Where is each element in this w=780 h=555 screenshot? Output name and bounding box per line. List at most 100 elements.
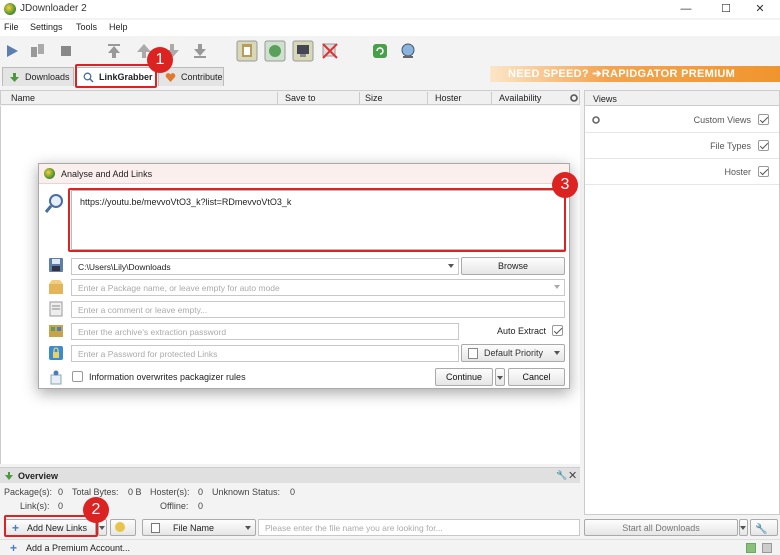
links-label: Link(s): xyxy=(20,501,50,511)
column-hoster[interactable]: Hoster xyxy=(435,93,462,103)
priority-value: Default Priority xyxy=(484,348,544,358)
file-icon xyxy=(151,523,160,533)
download-arrow-icon xyxy=(10,73,19,82)
view-file-types[interactable]: File Types xyxy=(585,133,779,159)
packages-label: Package(s): xyxy=(4,487,53,497)
cancel-button[interactable]: Cancel xyxy=(508,368,565,386)
hosters-label: Hoster(s): xyxy=(150,487,190,497)
close-overview-icon[interactable]: ✕ xyxy=(568,469,577,482)
settings-globe-icon[interactable] xyxy=(398,41,418,61)
save-disk-icon xyxy=(49,258,63,272)
link-password-input[interactable]: Enter a Password for protected Links xyxy=(71,345,459,362)
archive-password-input[interactable]: Enter the archive's extraction password xyxy=(71,323,459,340)
menu-settings[interactable]: Settings xyxy=(30,22,63,32)
move-bottom-icon[interactable] xyxy=(190,41,210,61)
rapidgator-banner[interactable]: NEED SPEED? ➔RAPIDGATOR PREMIUM xyxy=(490,66,780,82)
overview-title: Overview xyxy=(0,468,580,483)
stop-icon[interactable] xyxy=(56,41,76,61)
offline-value: 0 xyxy=(198,501,204,511)
unknown-status-label: Unknown Status: xyxy=(212,487,281,497)
bottom-settings-button[interactable]: 🔧 xyxy=(750,519,778,536)
step-badge-2: 2 xyxy=(83,497,109,523)
view-file-types-label: File Types xyxy=(710,141,751,151)
clipboard-observer-icon[interactable] xyxy=(236,40,258,62)
search-input[interactable]: Please enter the file name you are looki… xyxy=(258,519,580,536)
views-title: Views xyxy=(585,91,779,106)
filter-column-select[interactable]: File Name xyxy=(142,519,256,536)
browse-button[interactable]: Browse xyxy=(461,257,565,275)
reconnect-icon[interactable] xyxy=(320,41,340,61)
packages-value: 0 xyxy=(58,487,64,497)
links-value: 0 xyxy=(58,501,64,511)
dialog-title-bar: Analyse and Add Links xyxy=(39,164,569,184)
pause-icon[interactable] xyxy=(28,41,48,61)
column-name[interactable]: Name xyxy=(11,93,35,103)
view-custom-views[interactable]: Custom Views xyxy=(585,107,779,133)
comment-input[interactable]: Enter a comment or leave empty... xyxy=(71,301,565,318)
move-top-icon[interactable] xyxy=(104,41,124,61)
update-icon[interactable] xyxy=(370,41,390,61)
column-size[interactable]: Size xyxy=(365,93,383,103)
start-all-downloads-button[interactable]: Start all Downloads xyxy=(584,519,738,536)
heart-icon xyxy=(165,73,176,82)
view-hoster-label: Hoster xyxy=(724,167,751,177)
column-save-to[interactable]: Save to xyxy=(285,93,316,103)
minimize-button[interactable]: — xyxy=(666,0,706,18)
view-file-types-checkbox[interactable] xyxy=(758,140,769,151)
start-icon[interactable] xyxy=(2,41,22,61)
menu-tools[interactable]: Tools xyxy=(76,22,97,32)
highlight-linkgrabber-tab xyxy=(75,64,157,88)
premium-plus-icon: + xyxy=(10,541,18,555)
step-badge-1: 1 xyxy=(147,47,173,73)
hosters-value: 0 xyxy=(198,487,204,497)
continue-button[interactable]: Continue xyxy=(435,368,493,386)
dialog-logo-icon xyxy=(44,168,55,179)
jdownloader-logo-icon xyxy=(4,3,16,15)
total-bytes-label: Total Bytes: xyxy=(72,487,119,497)
start-all-dropdown[interactable] xyxy=(739,519,748,536)
auto-extract-label: Auto Extract xyxy=(497,326,547,336)
menu-file[interactable]: File xyxy=(4,22,19,32)
clear-button[interactable] xyxy=(110,519,136,536)
filter-column-value: File Name xyxy=(173,523,215,533)
download-folder-select[interactable]: C:\Users\Lily\Downloads xyxy=(71,258,459,275)
add-premium-account-link[interactable]: Add a Premium Account... xyxy=(26,543,130,553)
column-settings-icon[interactable] xyxy=(569,93,579,103)
menu-bar: File Settings Tools Help xyxy=(0,20,780,36)
view-custom-views-label: Custom Views xyxy=(693,115,751,125)
view-custom-views-checkbox[interactable] xyxy=(758,114,769,125)
package-name-input[interactable]: Enter a Package name, or leave empty for… xyxy=(71,279,565,296)
views-panel: Views Custom Views File Types Hoster xyxy=(584,90,780,515)
gear-icon[interactable] xyxy=(591,115,601,125)
bottom-bar: + Add New Links File Name Please enter t… xyxy=(0,517,780,537)
column-availability[interactable]: Availability xyxy=(499,93,541,103)
auto-extract-checkbox[interactable] xyxy=(552,325,563,336)
broom-icon xyxy=(115,522,125,532)
wrench-icon[interactable]: 🔧 xyxy=(556,470,567,481)
view-hoster[interactable]: Hoster xyxy=(585,159,779,185)
highlight-add-links-button xyxy=(4,515,98,537)
auto-confirm-icon[interactable] xyxy=(264,40,286,62)
package-box-icon xyxy=(49,280,63,294)
menu-help[interactable]: Help xyxy=(109,22,128,32)
highlight-links-textarea xyxy=(68,188,566,252)
tray-info-icon xyxy=(762,543,772,553)
start-all-label: Start all Downloads xyxy=(622,523,700,533)
unknown-status-value: 0 xyxy=(290,487,296,497)
premium-toggle-icon[interactable] xyxy=(292,40,314,62)
search-magnifier-icon xyxy=(44,194,63,213)
title-bar: JDownloader 2 — ☐ ✕ xyxy=(0,0,780,18)
close-window-button[interactable]: ✕ xyxy=(740,0,780,18)
overwrite-packagizer-checkbox[interactable] xyxy=(72,371,83,382)
tab-downloads[interactable]: Downloads xyxy=(2,67,74,86)
continue-dropdown[interactable] xyxy=(495,368,505,386)
lock-icon xyxy=(49,346,63,360)
column-header: Name Save to Size Hoster Availability xyxy=(0,90,580,105)
priority-select[interactable]: Default Priority xyxy=(461,344,565,362)
view-hoster-checkbox[interactable] xyxy=(758,166,769,177)
tray-status-icon xyxy=(746,543,756,553)
tab-contribute-label: Contribute xyxy=(181,72,223,82)
overview-arrow-icon xyxy=(5,472,13,480)
total-bytes-value: 0 B xyxy=(128,487,142,497)
comment-note-icon xyxy=(49,301,63,317)
